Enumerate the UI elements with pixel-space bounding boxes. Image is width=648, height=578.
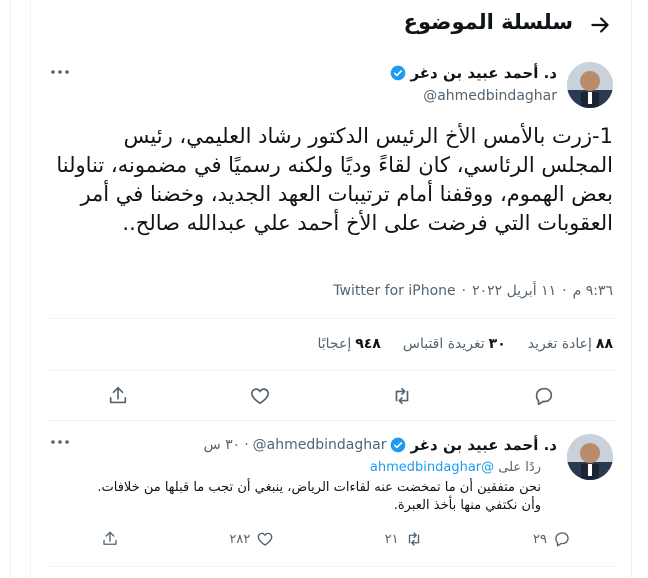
likes-label: إعجابًا bbox=[317, 336, 352, 352]
retweets-count: ٨٨ bbox=[595, 336, 613, 352]
reply-actions: ٢٨٢ ٢١ ٢٩ bbox=[101, 530, 571, 548]
avatar[interactable] bbox=[567, 62, 613, 108]
quotes-stat[interactable]: ٣٠ تغريدة اقتباس bbox=[403, 336, 506, 352]
reply-text: نحن متفقين أن ما تمخضت عنه لقاءات الرياض… bbox=[51, 479, 541, 515]
reply-button[interactable]: ٢٩ bbox=[533, 530, 571, 548]
retweets-label: إعادة تغريد bbox=[527, 336, 592, 352]
more-icon[interactable] bbox=[49, 434, 71, 453]
like-button[interactable]: ٢٨٢ bbox=[229, 530, 274, 548]
more-icon[interactable] bbox=[49, 64, 71, 83]
back-arrow-icon[interactable] bbox=[587, 12, 613, 38]
replying-label: ردًا على bbox=[498, 460, 541, 475]
retweet-count: ٢١ bbox=[384, 531, 399, 547]
retweet-button[interactable]: ٢١ bbox=[385, 530, 423, 548]
share-icon bbox=[103, 531, 117, 545]
retweet-icon bbox=[408, 532, 419, 546]
likes-count: ٩٤٨ bbox=[355, 336, 381, 352]
retweet-icon[interactable] bbox=[391, 385, 413, 407]
meta-separator: · bbox=[244, 437, 249, 453]
share-button[interactable] bbox=[101, 530, 119, 548]
replying-mention[interactable]: @ahmedbindaghar bbox=[370, 460, 494, 475]
reply-count: ٢٩ bbox=[533, 531, 547, 547]
divider bbox=[47, 370, 615, 371]
retweets-stat[interactable]: ٨٨ إعادة تغريد bbox=[528, 336, 613, 352]
thread-header: سلسلة الموضوع bbox=[31, 0, 631, 50]
reply-author-line: د. أحمد عبيد بن دغر @ahmedbindaghar · ٣٠… bbox=[204, 436, 557, 454]
quotes-label: تغريدة اقتباس bbox=[402, 336, 485, 352]
avatar[interactable] bbox=[567, 434, 613, 480]
replying-to: ردًا على @ahmedbindaghar bbox=[370, 460, 541, 475]
tweet-stats: ٨٨ إعادة تغريد ٣٠ تغريدة اقتباس ٩٤٨ إعجا… bbox=[318, 336, 614, 352]
timeline-column: سلسلة الموضوع د. أحمد عبيد بن دغر @ahmed… bbox=[30, 0, 632, 578]
divider bbox=[47, 566, 615, 567]
like-count: ٢٨٢ bbox=[229, 531, 251, 547]
tweet-date[interactable]: ١١ أبريل ٢٠٢٢ bbox=[472, 283, 556, 303]
tweet-client[interactable]: Twitter for iPhone bbox=[333, 283, 455, 303]
verified-badge-icon bbox=[390, 437, 406, 453]
page-title: سلسلة الموضوع bbox=[403, 10, 573, 34]
reply-icon bbox=[555, 532, 569, 547]
verified-badge-icon bbox=[390, 65, 406, 81]
author-line: د. أحمد عبيد بن دغر bbox=[390, 64, 557, 82]
reply-time[interactable]: ٣٠ س bbox=[204, 437, 241, 453]
quotes-count: ٣٠ bbox=[488, 336, 506, 352]
like-icon bbox=[257, 532, 273, 546]
tweet-time[interactable]: ٩:٣٦ م bbox=[573, 283, 613, 303]
tweet-text: 1-زرت بالأمس الأخ الرئيس الدكتور رشاد ال… bbox=[56, 124, 613, 235]
reply-author-handle[interactable]: @ahmedbindaghar bbox=[253, 437, 387, 453]
tweet-actions bbox=[47, 385, 615, 407]
reply-icon[interactable] bbox=[533, 385, 555, 407]
tweet-meta: ٩:٣٦ م · ١١ أبريل ٢٠٢٢ · Twitter for iPh… bbox=[51, 283, 613, 303]
reply-author-name[interactable]: د. أحمد عبيد بن دغر bbox=[410, 436, 557, 454]
meta-separator: · bbox=[461, 283, 467, 299]
reply-text-line: وأن نكتفي منها بأخذ العبرة. bbox=[393, 498, 541, 513]
meta-separator: · bbox=[562, 283, 567, 299]
likes-stat[interactable]: ٩٤٨ إعجابًا bbox=[318, 336, 381, 352]
author-name[interactable]: د. أحمد عبيد بن دغر bbox=[410, 64, 557, 82]
divider bbox=[47, 318, 615, 319]
author-handle[interactable]: @ahmedbindaghar bbox=[423, 88, 557, 104]
share-icon[interactable] bbox=[107, 385, 129, 407]
left-border bbox=[10, 0, 11, 578]
like-icon[interactable] bbox=[249, 385, 271, 407]
divider bbox=[47, 420, 615, 421]
reply-text-line: نحن متفقين أن ما تمخضت عنه لقاءات الرياض… bbox=[97, 480, 541, 495]
